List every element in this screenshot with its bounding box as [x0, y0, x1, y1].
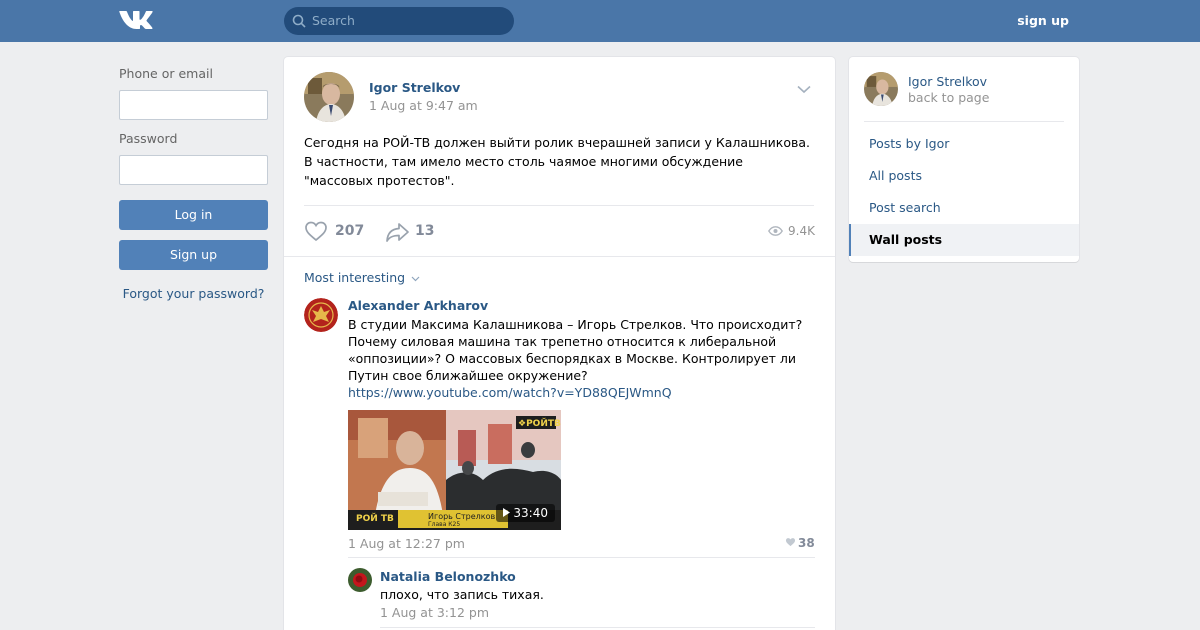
side-profile-name[interactable]: Igor Strelkov: [908, 74, 987, 89]
video-caption-name: Игорь Стрелков: [428, 512, 496, 521]
vk-logo-icon[interactable]: [119, 9, 153, 31]
commenter-avatar[interactable]: [304, 298, 338, 332]
post-divider: [304, 205, 814, 206]
video-brand: РОЙ ТВ: [356, 514, 394, 524]
reply-item: Natalia Belonozhko плохо, что запись тих…: [348, 568, 815, 628]
phone-email-field[interactable]: [119, 90, 268, 120]
views-value: 9.4K: [788, 224, 815, 238]
like-button[interactable]: 207: [304, 220, 364, 244]
views-count: 9.4K: [768, 224, 815, 238]
heart-icon: [305, 221, 327, 242]
search-input[interactable]: Search: [284, 7, 514, 35]
video-thumbnail[interactable]: ❖РОЙТВ РОЙ ТВ Игорь Стрелков Глава К25 3…: [348, 410, 561, 530]
video-duration-value: 33:40: [513, 506, 548, 520]
svg-text:❖РОЙТВ: ❖РОЙТВ: [518, 417, 561, 429]
comment-like-button[interactable]: 38: [785, 536, 815, 550]
side-avatar[interactable]: [864, 72, 898, 106]
menu-posts-by-igor[interactable]: Posts by Igor: [849, 128, 1079, 160]
reply-date[interactable]: 1 Aug at 3:12 pm: [380, 605, 489, 620]
video-duration: 33:40: [496, 504, 555, 522]
post-text: Сегодня на РОЙ-ТВ должен выйти ролик вче…: [304, 135, 810, 188]
comments-divider: [284, 256, 835, 257]
password-label: Password: [119, 131, 178, 146]
post-card: Igor Strelkov 1 Aug at 9:47 am Сегодня н…: [284, 57, 835, 630]
post-date[interactable]: 1 Aug at 9:47 am: [369, 98, 478, 113]
share-count: 13: [415, 223, 435, 239]
forgot-password-link[interactable]: Forgot your password?: [119, 286, 268, 301]
eye-icon: [768, 226, 784, 236]
share-icon: [386, 223, 409, 242]
comment-divider: [348, 557, 815, 558]
sort-label: Most interesting: [304, 270, 406, 285]
comment-like-count: 38: [798, 536, 815, 550]
reply-author[interactable]: Natalia Belonozhko: [380, 569, 516, 584]
menu-all-posts[interactable]: All posts: [849, 160, 1079, 192]
comment-body: В студии Максима Калашникова – Игорь Стр…: [348, 317, 803, 383]
author-avatar[interactable]: [304, 72, 354, 122]
search-icon: [292, 14, 306, 28]
log-in-button[interactable]: Log in: [119, 200, 268, 230]
heart-icon: [785, 538, 796, 547]
side-menu: Igor Strelkov back to page Posts by Igor…: [849, 57, 1079, 262]
chevron-down-icon[interactable]: [797, 85, 811, 94]
sign-up-link[interactable]: sign up: [1017, 13, 1069, 28]
reply-divider: [380, 627, 815, 628]
share-button[interactable]: 13: [385, 220, 435, 244]
sign-up-button[interactable]: Sign up: [119, 240, 268, 270]
video-caption-sub: Глава К25: [428, 521, 461, 528]
comment-item: Alexander Arkharov В студии Максима Кала…: [304, 298, 815, 598]
comment-text: В студии Максима Калашникова – Игорь Стр…: [348, 316, 811, 401]
comment-link[interactable]: https://www.youtube.com/watch?v=YD88QEJW…: [348, 385, 672, 400]
like-count: 207: [335, 223, 365, 239]
reply-text: плохо, что запись тихая.: [380, 587, 544, 602]
menu-post-search[interactable]: Post search: [849, 192, 1079, 224]
password-field[interactable]: [119, 155, 268, 185]
comment-date[interactable]: 1 Aug at 12:27 pm: [348, 536, 465, 551]
chevron-down-icon: [411, 276, 420, 282]
phone-label: Phone or email: [119, 66, 213, 81]
top-bar: Search sign up: [0, 0, 1200, 42]
comment-sort-dropdown[interactable]: Most interesting: [304, 270, 420, 285]
post-author[interactable]: Igor Strelkov: [369, 80, 460, 95]
back-to-page-link[interactable]: back to page: [908, 90, 989, 105]
menu-wall-posts[interactable]: Wall posts: [849, 224, 1079, 256]
reply-avatar[interactable]: [348, 568, 372, 592]
side-divider: [864, 121, 1064, 122]
commenter-name[interactable]: Alexander Arkharov: [348, 298, 488, 313]
play-icon: [503, 508, 511, 517]
search-placeholder: Search: [312, 13, 355, 28]
